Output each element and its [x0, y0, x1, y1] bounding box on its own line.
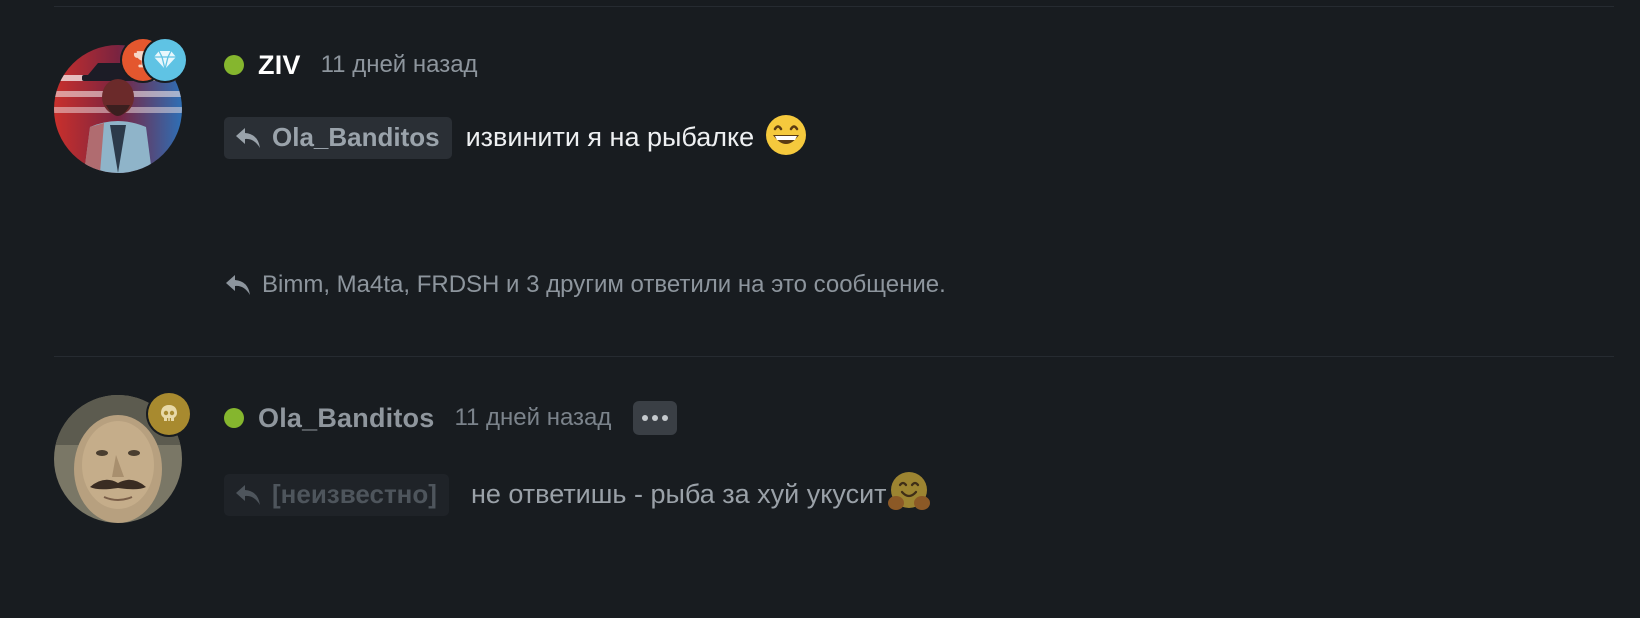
reply-arrow-icon	[226, 275, 250, 295]
reply-arrow-icon	[236, 484, 260, 505]
replies-summary[interactable]: Bimm, Ma4ta, FRDSH и 3 другим ответили н…	[224, 268, 946, 302]
message-text: не ответишь - рыба за хуй укусит	[470, 479, 887, 509]
post-header: ZIV 11 дней назад	[224, 45, 478, 85]
replies-summary-text: Bimm, Ma4ta, FRDSH и 3 другим ответили н…	[262, 271, 946, 298]
reply-to-chip[interactable]: Ola_Banditos	[224, 116, 452, 159]
skull-badge-icon	[148, 393, 190, 435]
post-divider	[54, 356, 1614, 357]
reply-to-username: [неизвестно]	[272, 479, 437, 509]
message-body: Ola_Banditos извинити я на рыбалке	[224, 113, 808, 162]
top-divider	[54, 6, 1614, 7]
timestamp[interactable]: 11 дней назад	[321, 51, 478, 79]
reply-to-username: Ola_Banditos	[272, 122, 440, 152]
dot	[662, 415, 669, 421]
username[interactable]: Ola_Banditos	[258, 403, 434, 434]
more-options-button[interactable]	[633, 401, 678, 435]
grinning-face-emoji	[764, 113, 808, 162]
username[interactable]: ZIV	[258, 50, 301, 81]
message-body: [неизвестно] не ответишь - рыба за хуй у…	[224, 470, 931, 519]
hugging-face-emoji	[887, 470, 931, 519]
message-text: извинити я на рыбалке	[465, 122, 755, 152]
avatar-container[interactable]	[54, 393, 190, 523]
dot	[652, 415, 659, 421]
timestamp[interactable]: 11 дней назад	[454, 404, 611, 432]
post-header: Ola_Banditos 11 дней назад	[224, 398, 678, 438]
reply-arrow-icon	[236, 127, 260, 148]
dot	[642, 415, 649, 421]
diamond-badge-icon	[144, 39, 186, 81]
online-status-dot	[224, 55, 244, 75]
reply-to-chip[interactable]: [неизвестно]	[224, 473, 449, 516]
avatar-container[interactable]	[54, 39, 186, 173]
online-status-dot	[224, 408, 244, 428]
